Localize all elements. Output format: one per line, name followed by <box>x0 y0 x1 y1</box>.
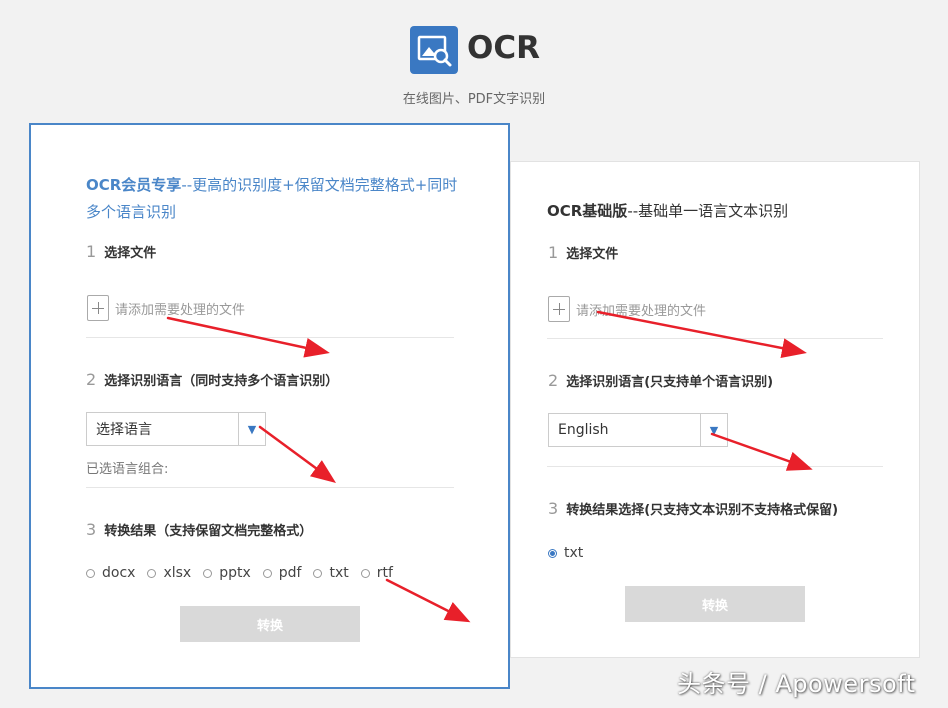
app-title: OCR <box>467 30 540 66</box>
format-label: xlsx <box>163 565 192 581</box>
ocr-logo-icon <box>410 26 458 74</box>
selected-language-combo-label: 已选语言组合: <box>86 462 169 477</box>
radio-icon[interactable] <box>313 568 323 578</box>
basic-card-title: OCR基础版--基础单一语言文本识别 <box>547 198 788 225</box>
format-option-txt[interactable]: txt <box>313 565 349 581</box>
basic-card-title-bold: OCR基础版 <box>547 202 628 220</box>
step-number: 3 <box>86 520 97 539</box>
radio-icon[interactable] <box>147 568 157 578</box>
basic-ocr-card: OCR基础版--基础单一语言文本识别 1 选择文件 请添加需要处理的文件 2 选择识… <box>510 161 920 658</box>
basic-step-3: 3 转换结果选择(只支持文本识别不支持格式保留) <box>548 499 838 518</box>
page-header: OCR 在线图片、PDF文字识别 <box>0 0 948 120</box>
add-file-icon <box>87 295 109 321</box>
step-number: 3 <box>548 499 559 518</box>
radio-checked-icon[interactable] <box>548 548 557 558</box>
member-step-2: 2 选择识别语言（同时支持多个语言识别） <box>86 370 338 389</box>
divider <box>547 466 883 467</box>
dropdown-arrow-icon[interactable]: ▼ <box>238 413 265 445</box>
step-label: 选择文件 <box>104 246 157 261</box>
format-label: txt <box>564 545 584 561</box>
format-label: rtf <box>376 565 393 581</box>
basic-card-title-rest: --基础单一语言文本识别 <box>627 202 789 220</box>
member-card-title: OCR会员专享--更高的识别度+保留文档完整格式+同时多个语言识别 <box>86 172 466 226</box>
member-add-file-button[interactable]: 请添加需要处理的文件 <box>87 295 245 321</box>
format-option-docx[interactable]: docx <box>86 565 135 581</box>
watermark-text: 头条号 / Apowersoft <box>677 670 916 698</box>
radio-icon[interactable] <box>360 568 370 578</box>
step-label: 选择识别语言（同时支持多个语言识别） <box>104 374 339 389</box>
format-label: pdf <box>278 565 302 581</box>
radio-icon[interactable] <box>203 568 213 578</box>
page-subtitle: 在线图片、PDF文字识别 <box>402 92 546 107</box>
format-option-xlsx[interactable]: xlsx <box>147 565 191 581</box>
add-file-placeholder: 请添加需要处理的文件 <box>576 303 707 319</box>
step-number: 1 <box>86 242 97 261</box>
radio-icon[interactable] <box>86 568 95 578</box>
member-format-options: docx xlsx pptx pdf txt rtf <box>86 565 405 581</box>
member-card-title-bold: OCR会员专享 <box>86 176 182 194</box>
step-label: 转换结果选择(只支持文本识别不支持格式保留) <box>566 503 839 518</box>
basic-language-select[interactable]: English ▼ <box>548 413 728 447</box>
format-option-pptx[interactable]: pptx <box>203 565 251 581</box>
step-label: 选择文件 <box>566 247 619 262</box>
basic-step-2: 2 选择识别语言(只支持单个语言识别) <box>548 371 773 390</box>
add-file-placeholder: 请添加需要处理的文件 <box>115 302 246 318</box>
format-option-txt[interactable]: txt <box>548 545 583 561</box>
add-file-icon <box>548 296 570 322</box>
language-select-value: English <box>558 422 609 438</box>
member-language-select[interactable]: 选择语言 ▼ <box>86 412 266 446</box>
radio-icon[interactable] <box>262 568 272 578</box>
format-option-rtf[interactable]: rtf <box>360 565 393 581</box>
step-label: 转换结果（支持保留文档完整格式） <box>104 524 313 539</box>
format-option-pdf[interactable]: pdf <box>262 565 302 581</box>
dropdown-arrow-icon[interactable]: ▼ <box>700 414 727 446</box>
divider <box>86 487 454 488</box>
member-step-3: 3 转换结果（支持保留文档完整格式） <box>86 520 312 539</box>
divider <box>547 338 883 339</box>
basic-format-options: txt <box>548 545 595 561</box>
divider <box>86 337 454 338</box>
step-number: 2 <box>548 371 559 390</box>
step-label: 选择识别语言(只支持单个语言识别) <box>566 375 774 390</box>
member-convert-button[interactable]: 转换 <box>180 606 360 642</box>
format-label: docx <box>102 565 136 581</box>
member-ocr-card: OCR会员专享--更高的识别度+保留文档完整格式+同时多个语言识别 1 选择文件 … <box>29 123 510 689</box>
step-number: 1 <box>548 243 559 262</box>
member-step-1: 1 选择文件 <box>86 242 156 261</box>
language-select-value: 选择语言 <box>96 422 152 438</box>
basic-add-file-button[interactable]: 请添加需要处理的文件 <box>548 296 706 322</box>
basic-step-1: 1 选择文件 <box>548 243 618 262</box>
basic-convert-button[interactable]: 转换 <box>625 586 805 622</box>
step-number: 2 <box>86 370 97 389</box>
format-label: txt <box>329 565 349 581</box>
format-label: pptx <box>219 565 251 581</box>
